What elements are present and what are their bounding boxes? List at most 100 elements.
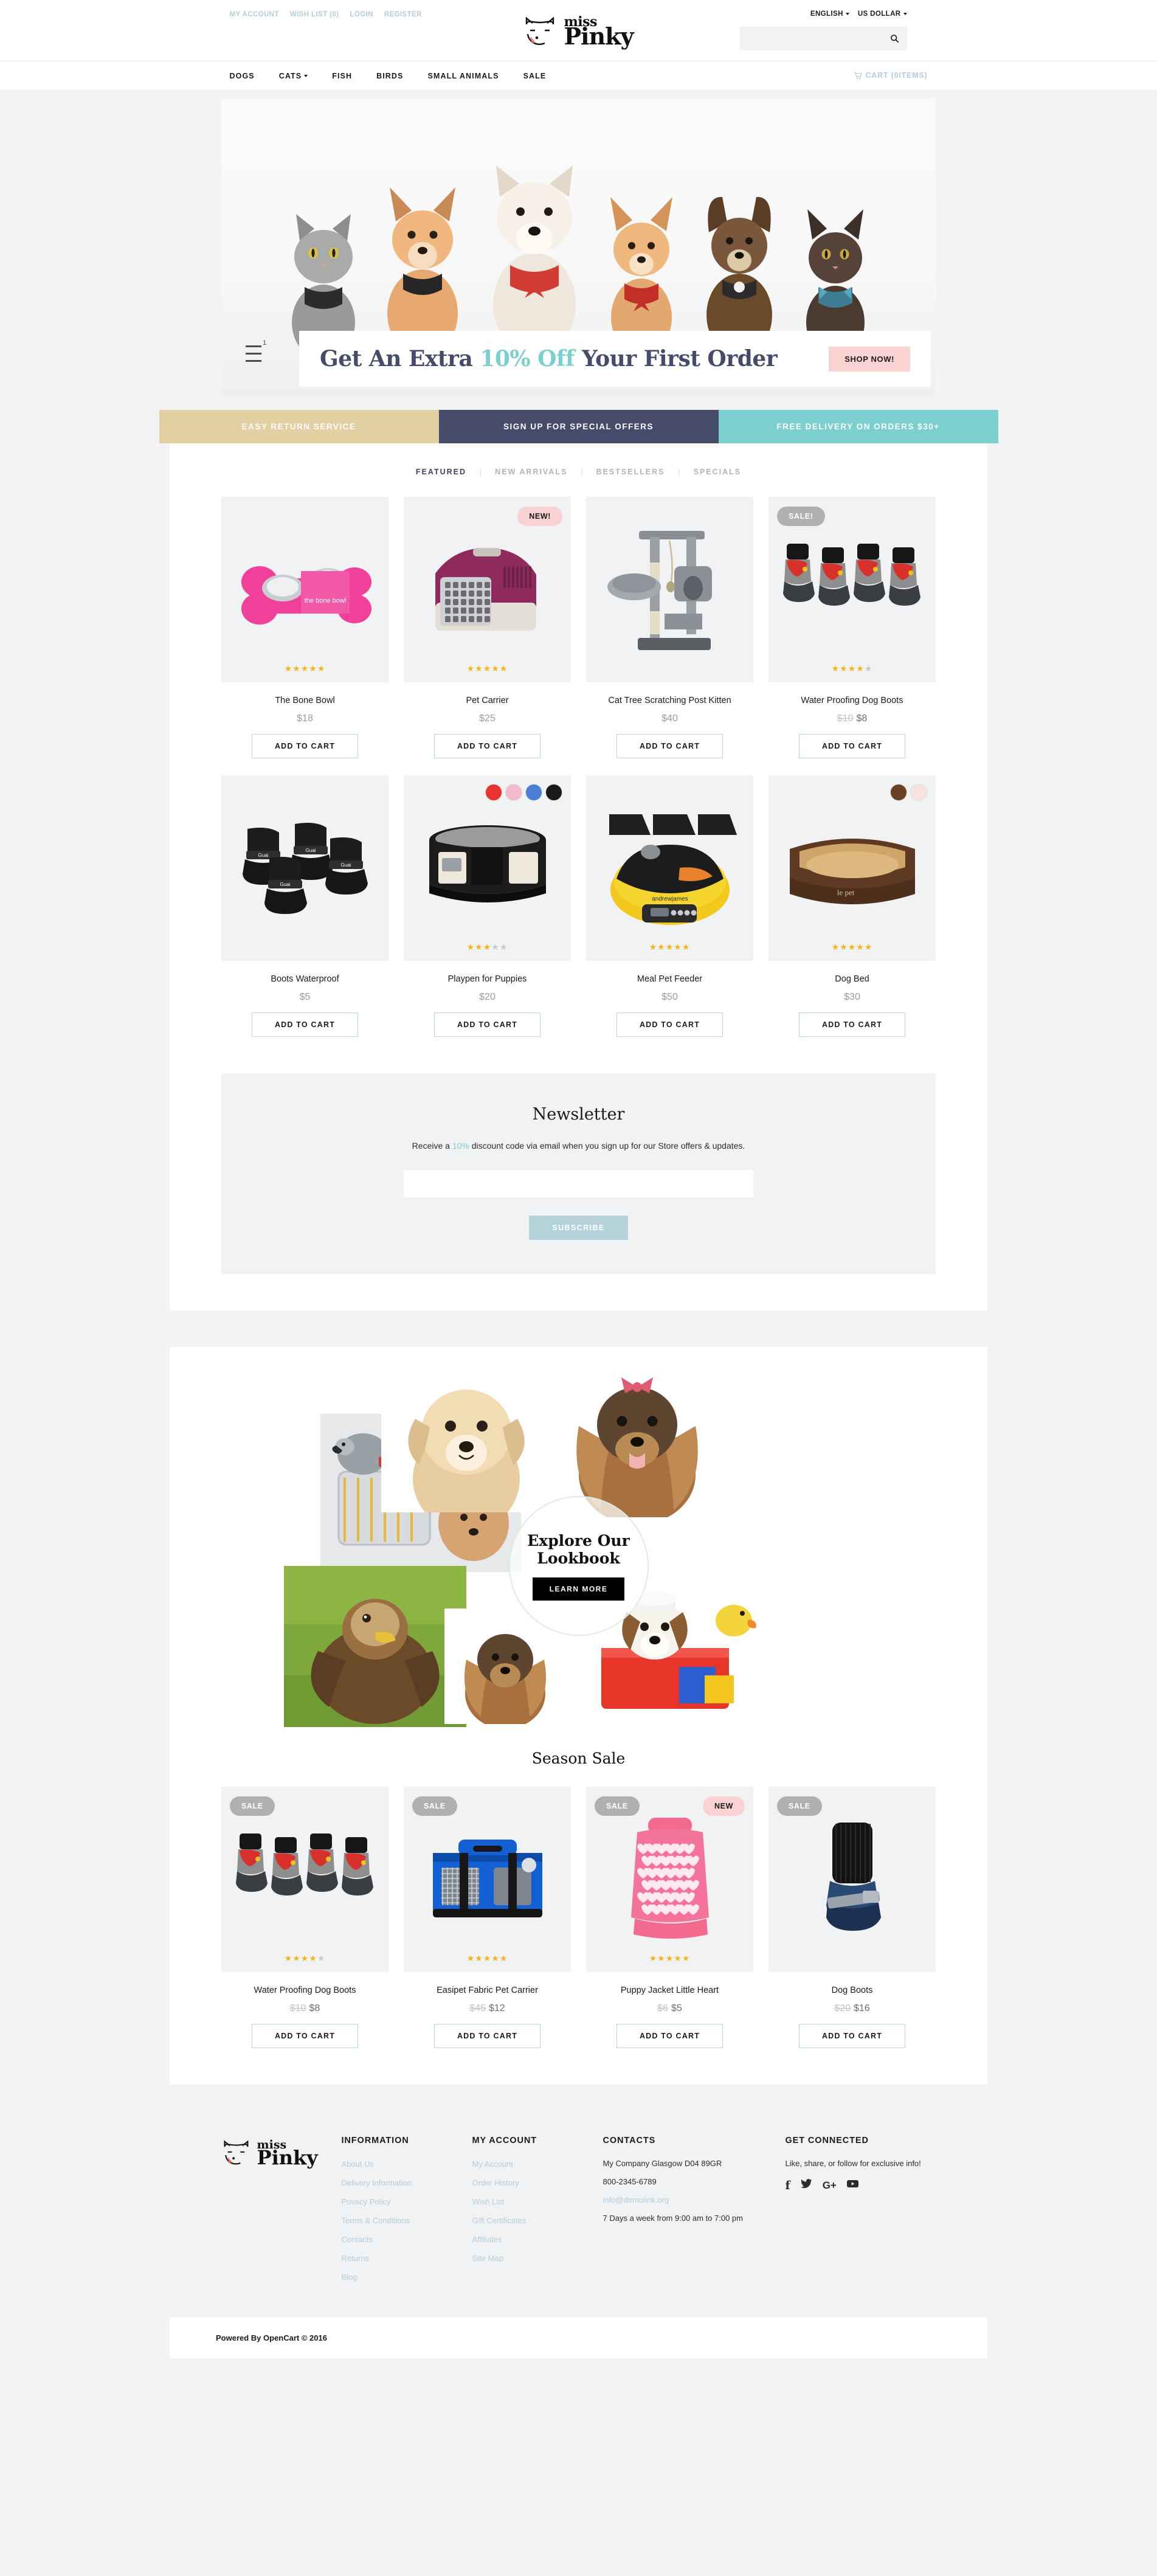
cart-button[interactable]: CART (0items) bbox=[854, 71, 927, 80]
lookbook-image-yorkie-bow[interactable] bbox=[549, 1353, 725, 1525]
star-icon: ★ bbox=[475, 663, 483, 673]
add-to-cart-button[interactable]: ADD TO CART bbox=[799, 734, 905, 758]
product-title[interactable]: Dog Boots bbox=[832, 1986, 873, 1995]
hero-slider-dots[interactable]: 1 bbox=[246, 339, 276, 367]
tab-new-arrivals[interactable]: NEW ARRIVALS bbox=[482, 468, 581, 476]
color-swatch[interactable] bbox=[525, 784, 542, 801]
product-title[interactable]: Cat Tree Scratching Post Kitten bbox=[608, 696, 731, 705]
product-title[interactable]: Pet Carrier bbox=[466, 696, 508, 705]
tab-bestsellers[interactable]: BESTSELLERS bbox=[582, 468, 678, 476]
add-to-cart-button[interactable]: ADD TO CART bbox=[434, 1013, 541, 1037]
footer-link-order-history[interactable]: Order History bbox=[472, 2178, 519, 2187]
language-selector[interactable]: ENGLISH bbox=[810, 10, 849, 18]
product-title[interactable]: Dog Bed bbox=[835, 974, 869, 984]
site-logo[interactable]: miss Pinky bbox=[523, 15, 634, 47]
color-swatches[interactable] bbox=[485, 784, 562, 801]
footer-link-returns[interactable]: Returns bbox=[342, 2254, 370, 2263]
product-title[interactable]: Water Proofing Dog Boots bbox=[801, 696, 903, 705]
nav-item-fish[interactable]: FISH bbox=[332, 72, 352, 80]
tab-featured[interactable]: FEATURED bbox=[402, 468, 480, 476]
add-to-cart-button[interactable]: ADD TO CART bbox=[252, 1013, 358, 1037]
product-image[interactable]: SALE NEW ★★★★★ bbox=[586, 1787, 753, 1972]
add-to-cart-button[interactable]: ADD TO CART bbox=[616, 1013, 723, 1037]
lookbook-image-golden-puppy[interactable] bbox=[381, 1360, 551, 1531]
hero-dot-2[interactable] bbox=[246, 353, 261, 355]
product-title[interactable]: Boots Waterproof bbox=[271, 974, 339, 984]
search-input[interactable] bbox=[739, 27, 883, 50]
product-title[interactable]: Puppy Jacket Little Heart bbox=[621, 1986, 719, 1995]
product-title[interactable]: Meal Pet Feeder bbox=[637, 974, 702, 984]
color-swatch[interactable] bbox=[485, 784, 502, 801]
product-image[interactable]: SALE! ★★★★★ bbox=[768, 497, 936, 682]
footer-link-about-us[interactable]: About Us bbox=[342, 2159, 374, 2169]
top-link-register[interactable]: REGISTER bbox=[384, 11, 422, 18]
footer-link-contacts[interactable]: Contacts bbox=[342, 2235, 373, 2244]
google-plus-icon[interactable]: G+ bbox=[823, 2180, 837, 2192]
product-image[interactable]: andrewjames ★★★★★ bbox=[586, 775, 753, 961]
youtube-icon[interactable] bbox=[846, 2179, 858, 2192]
color-swatch[interactable] bbox=[890, 784, 907, 801]
twitter-icon[interactable] bbox=[800, 2179, 812, 2192]
add-to-cart-button[interactable]: ADD TO CART bbox=[616, 734, 723, 758]
footer-link-site-map[interactable]: Site Map bbox=[472, 2254, 503, 2263]
nav-item-birds[interactable]: BIRDS bbox=[376, 72, 403, 80]
product-image[interactable]: SALE ★★★★★ bbox=[404, 1787, 571, 1972]
add-to-cart-button[interactable]: ADD TO CART bbox=[799, 2024, 905, 2048]
footer-link-delivery-information[interactable]: Delivery Information bbox=[342, 2178, 412, 2187]
footer-contact-email[interactable]: info@demolink.org bbox=[603, 2195, 786, 2204]
add-to-cart-button[interactable]: ADD TO CART bbox=[252, 734, 358, 758]
footer-link-my-account[interactable]: My Account bbox=[472, 2159, 513, 2169]
product-image[interactable]: le pet ★★★★★ bbox=[768, 775, 936, 961]
hero-dot-1[interactable] bbox=[246, 345, 261, 347]
facebook-icon[interactable]: f bbox=[786, 2179, 790, 2192]
hero-dot-3[interactable] bbox=[246, 360, 261, 362]
product-title[interactable]: Easipet Fabric Pet Carrier bbox=[437, 1986, 538, 1995]
footer-link-terms-conditions[interactable]: Terms & Conditions bbox=[342, 2216, 410, 2225]
current-price: $25 bbox=[479, 713, 496, 724]
product-title[interactable]: Water Proofing Dog Boots bbox=[254, 1986, 356, 1995]
product-image[interactable]: the bone bowl ★★★★★ bbox=[221, 497, 389, 682]
promo-sign-up[interactable]: SIGN UP FOR SPECIAL OFFERS bbox=[438, 410, 719, 443]
product-title[interactable]: The Bone Bowl bbox=[275, 696, 334, 705]
nav-item-small-animals[interactable]: SMALL ANIMALS bbox=[428, 72, 499, 80]
shop-now-button[interactable]: SHOP NOW! bbox=[829, 346, 910, 372]
lookbook-image-eagle[interactable] bbox=[284, 1566, 466, 1727]
footer-logo[interactable]: miss Pinky bbox=[208, 2136, 342, 2291]
search-button[interactable] bbox=[883, 27, 907, 50]
color-swatches[interactable] bbox=[890, 784, 927, 801]
currency-selector[interactable]: US DOLLAR bbox=[858, 10, 907, 18]
promo-free-delivery[interactable]: FREE DELIVERY ON ORDERS $30+ bbox=[718, 410, 998, 443]
product-image[interactable]: SALE ★★★★★ bbox=[221, 1787, 389, 1972]
add-to-cart-button[interactable]: ADD TO CART bbox=[434, 2024, 541, 2048]
product-image[interactable] bbox=[586, 497, 753, 682]
footer-link-gift-certificates[interactable]: Gift Certificates bbox=[472, 2216, 527, 2225]
color-swatch[interactable] bbox=[545, 784, 562, 801]
color-swatch[interactable] bbox=[910, 784, 927, 801]
nav-item-dogs[interactable]: DOGS bbox=[230, 72, 255, 80]
top-link-my-account[interactable]: MY ACCOUNT bbox=[230, 11, 279, 18]
tab-specials[interactable]: SPECIALS bbox=[680, 468, 755, 476]
footer-link-privacy-policy[interactable]: Privacy Policy bbox=[342, 2197, 391, 2206]
product-title[interactable]: Playpen for Puppies bbox=[448, 974, 527, 984]
nav-item-cats[interactable]: CATS bbox=[279, 72, 308, 80]
nav-item-sale[interactable]: SALE bbox=[523, 72, 547, 80]
product-image[interactable]: SALE bbox=[768, 1787, 936, 1972]
product-image[interactable]: Guai Guai Guai Guai bbox=[221, 775, 389, 961]
product-image[interactable]: NEW! ★★★★★ bbox=[404, 497, 571, 682]
footer-link-blog[interactable]: Blog bbox=[342, 2273, 357, 2282]
promo-easy-return[interactable]: EASY RETURN SERVICE bbox=[159, 410, 439, 443]
top-link-login[interactable]: LOGIN bbox=[350, 11, 373, 18]
learn-more-button[interactable]: LEARN MORE bbox=[532, 1577, 625, 1601]
add-to-cart-button[interactable]: ADD TO CART bbox=[616, 2024, 723, 2048]
add-to-cart-button[interactable]: ADD TO CART bbox=[434, 734, 541, 758]
product-image[interactable]: ★★★★★ bbox=[404, 775, 571, 961]
top-link-wish-list[interactable]: WISH LIST (0) bbox=[290, 11, 339, 18]
star-icon: ★ bbox=[674, 942, 682, 952]
add-to-cart-button[interactable]: ADD TO CART bbox=[799, 1013, 905, 1037]
footer-link-affiliates[interactable]: Affiliates bbox=[472, 2235, 502, 2244]
newsletter-subscribe-button[interactable]: SUBSCRIBE bbox=[529, 1216, 628, 1240]
footer-link-wish-list[interactable]: Wish List bbox=[472, 2197, 505, 2206]
newsletter-email-input[interactable] bbox=[404, 1170, 753, 1197]
color-swatch[interactable] bbox=[505, 784, 522, 801]
add-to-cart-button[interactable]: ADD TO CART bbox=[252, 2024, 358, 2048]
